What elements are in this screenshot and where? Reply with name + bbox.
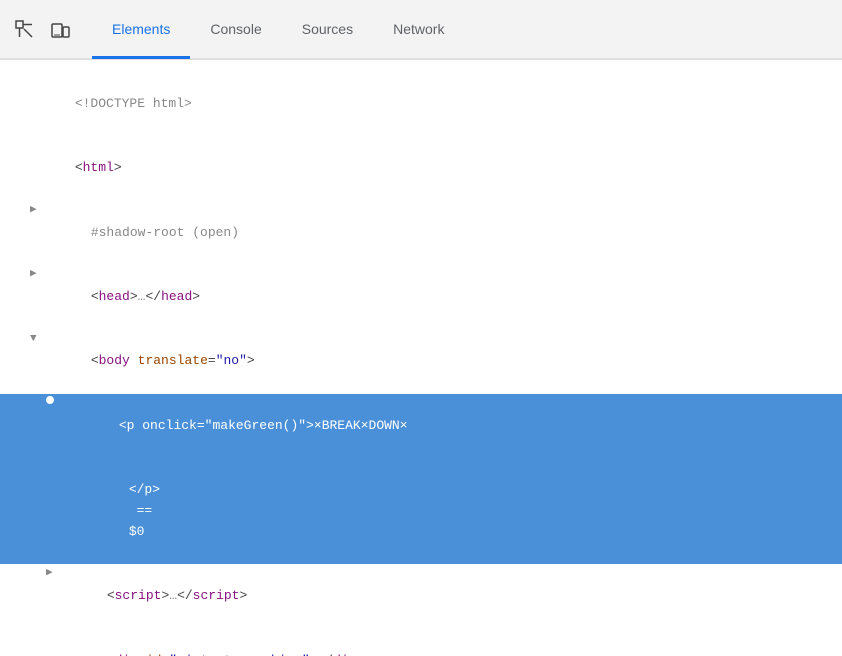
devtools-toolbar: Elements Console Sources Network (0, 0, 842, 60)
dom-line-div-gistnote[interactable]: <div id="gistnote-marking"></div> (0, 629, 842, 656)
toggle-shadow-root[interactable] (30, 202, 44, 220)
dom-line-p-open[interactable]: <p onclick="makeGreen()">×BREAK×DOWN× (0, 394, 842, 458)
tab-console[interactable]: Console (190, 1, 281, 59)
toggle-head[interactable] (30, 266, 44, 284)
inspect-element-button[interactable] (8, 13, 40, 45)
dom-line-p-close[interactable]: </p> == $0 (0, 458, 842, 564)
tab-sources[interactable]: Sources (282, 1, 373, 59)
dom-line-doctype[interactable]: <!DOCTYPE html> (0, 72, 842, 136)
dom-line-script[interactable]: <script>…</script> (0, 564, 842, 628)
device-toggle-button[interactable] (44, 13, 76, 45)
selected-dot-indicator (46, 396, 54, 404)
dom-line-shadow-root[interactable]: #shadow-root (open) (0, 201, 842, 265)
tab-elements[interactable]: Elements (92, 1, 190, 59)
dom-line-body-open[interactable]: <body translate="no"> (0, 330, 842, 394)
dom-line-html[interactable]: <html> (0, 136, 842, 200)
devtools-tabs: Elements Console Sources Network (92, 0, 464, 58)
dom-tree-panel: <!DOCTYPE html> <html> #shadow-root (ope… (0, 60, 842, 656)
toggle-script[interactable] (46, 565, 60, 583)
toolbar-icons (8, 13, 76, 45)
dom-line-head[interactable]: <head>…</head> (0, 265, 842, 329)
tab-network[interactable]: Network (373, 1, 464, 59)
toggle-body[interactable] (30, 331, 44, 349)
